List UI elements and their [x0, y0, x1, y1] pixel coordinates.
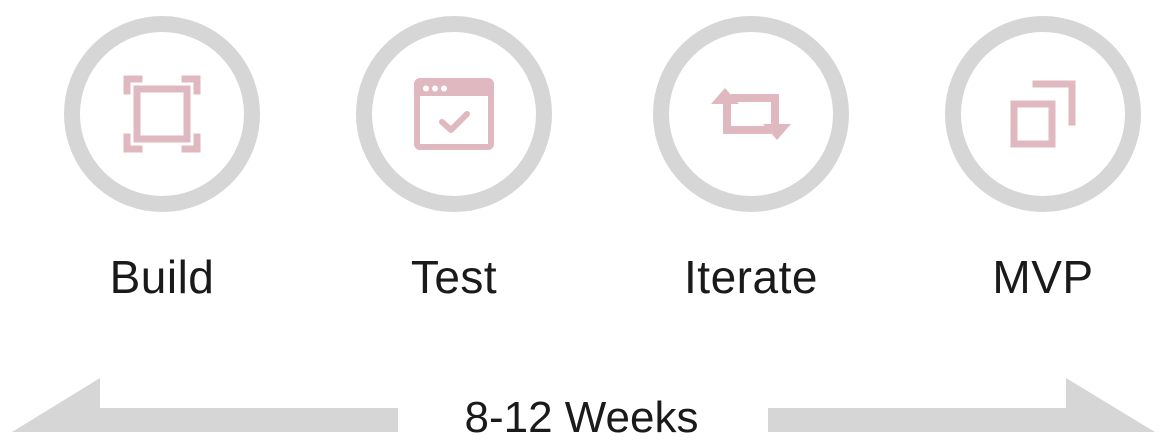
- step-iterate-ring: [653, 16, 849, 212]
- step-mvp-label: MVP: [992, 251, 1094, 303]
- step-mvp: MVP: [923, 0, 1163, 340]
- step-test-ring: [356, 16, 552, 212]
- step-test: Test: [334, 0, 574, 340]
- step-mvp-ring: [945, 16, 1141, 212]
- step-build-ring: [64, 16, 260, 212]
- step-build-label: Build: [109, 251, 215, 303]
- timeline: 8-12 Weeks: [0, 360, 1163, 444]
- step-iterate-label: Iterate: [684, 251, 818, 303]
- frame-corners-icon: [123, 75, 201, 153]
- repeat-arrows-icon: [711, 88, 791, 140]
- browser-check-icon: [414, 78, 494, 150]
- open-window-icon: [1010, 80, 1076, 148]
- step-iterate: Iterate: [631, 0, 871, 340]
- step-test-label: Test: [410, 251, 498, 303]
- duration-label: 8-12 Weeks: [464, 393, 699, 442]
- step-build: Build: [42, 0, 282, 340]
